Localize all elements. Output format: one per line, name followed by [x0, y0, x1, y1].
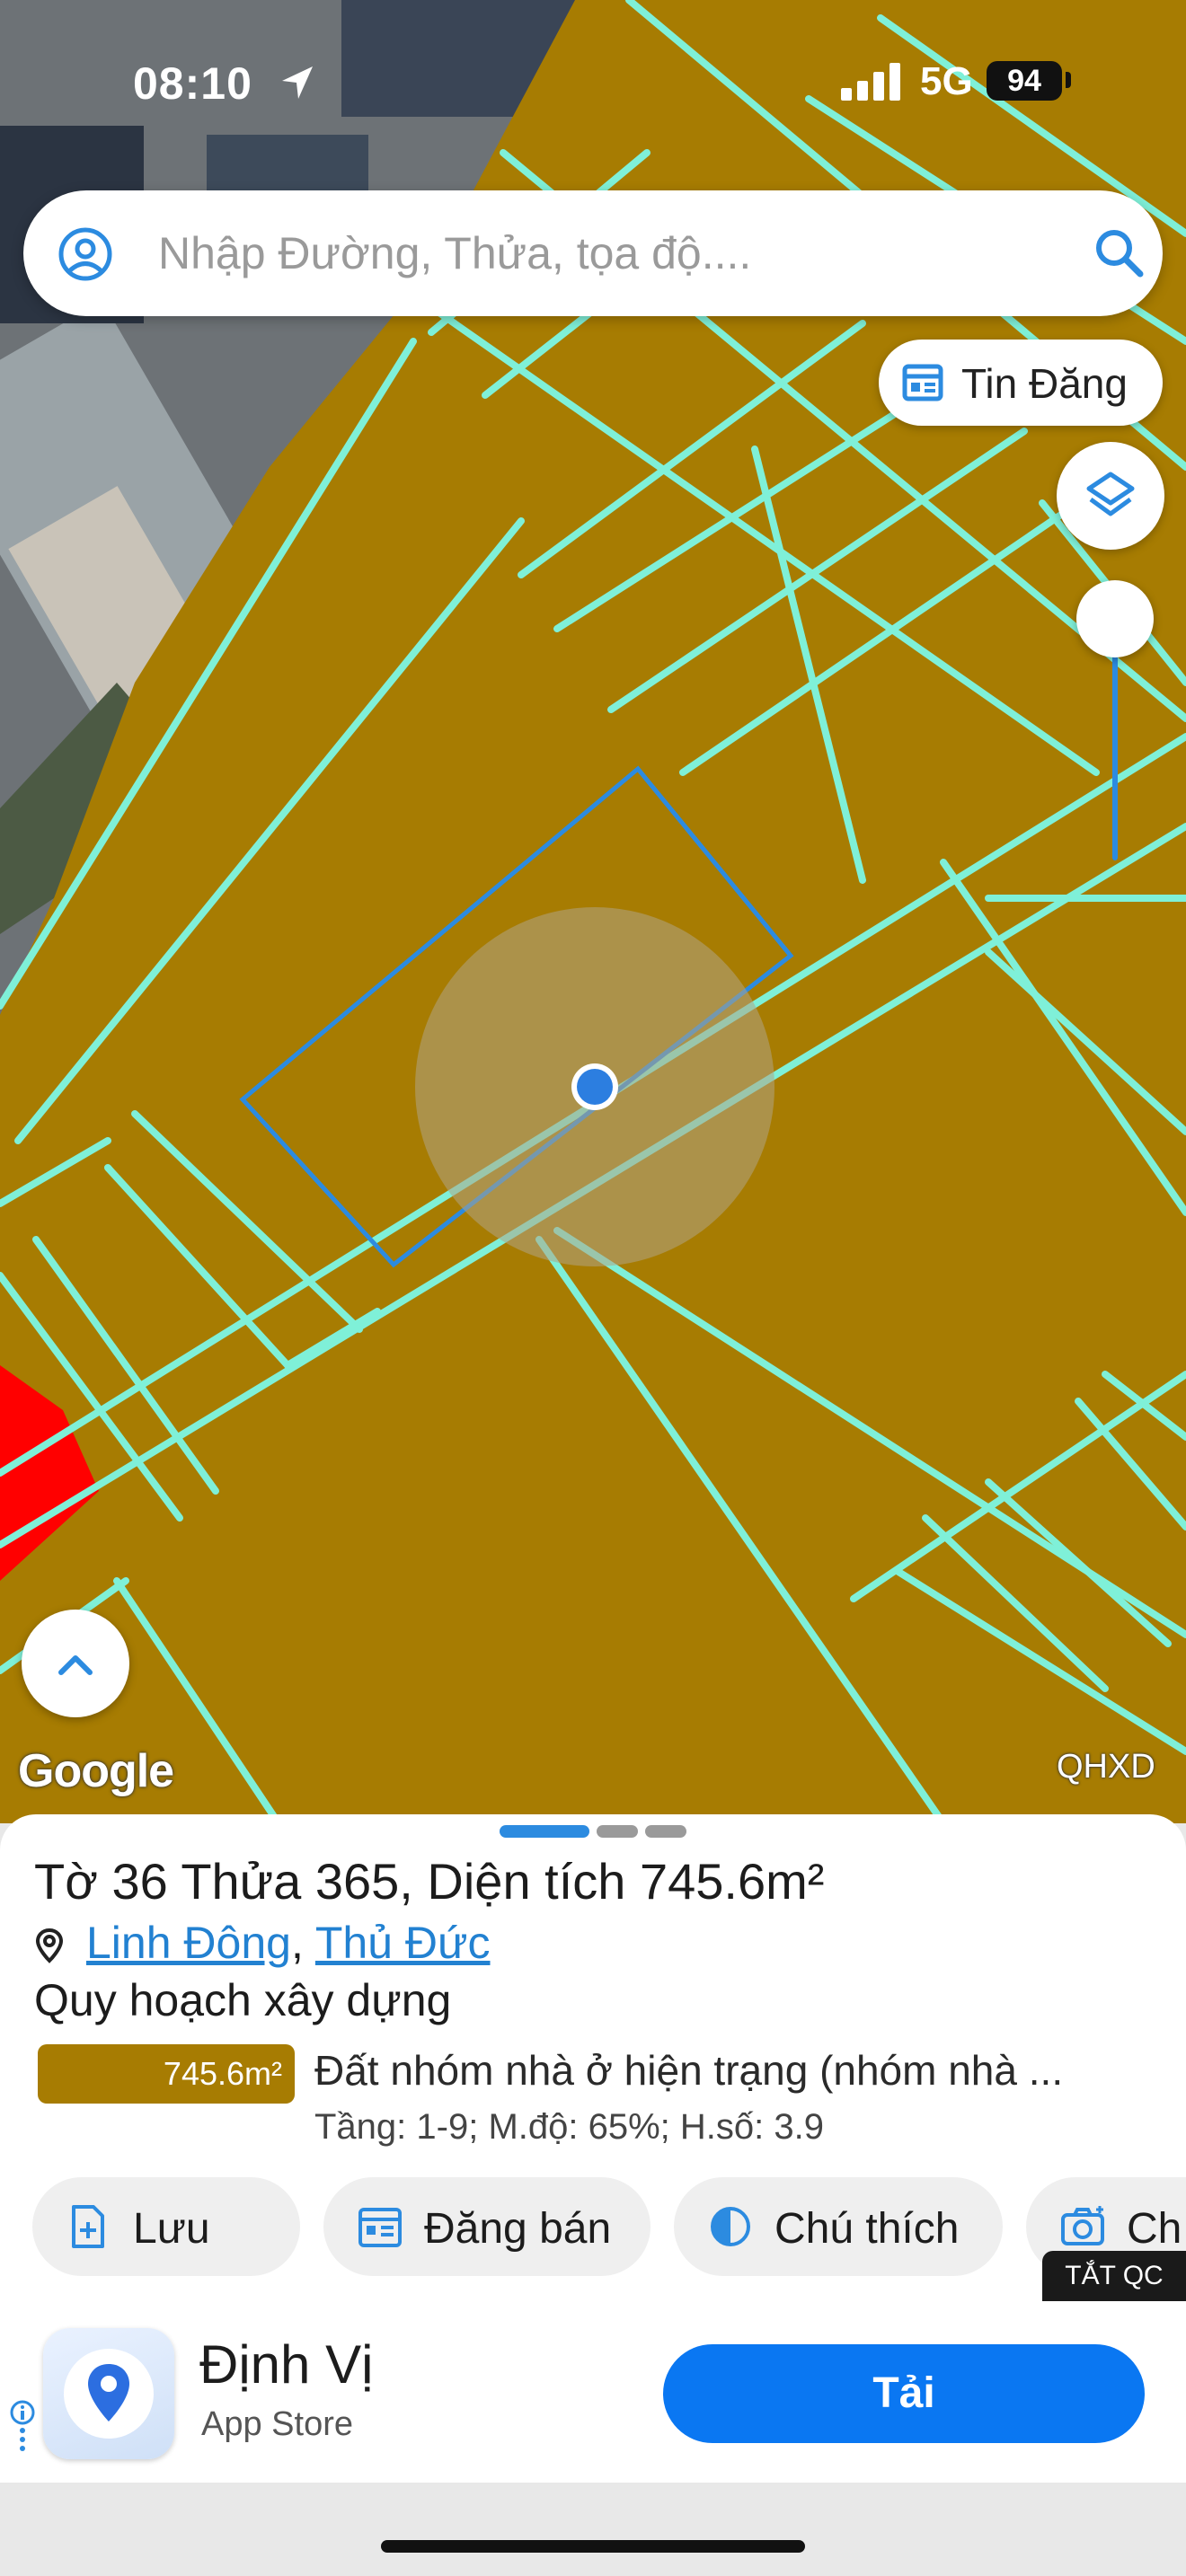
zoom-slider-handle[interactable]	[1076, 580, 1154, 657]
search-icon[interactable]	[1093, 226, 1145, 278]
legend-icon	[711, 2207, 750, 2246]
chevron-up-icon	[58, 1655, 93, 1675]
zone-description[interactable]: Đất nhóm nhà ở hiện trạng (nhóm nhà ...	[314, 2046, 1150, 2095]
page-indicator[interactable]	[500, 1825, 694, 1841]
search-bar[interactable]	[23, 190, 1163, 316]
page-dot	[597, 1825, 638, 1838]
camera-icon	[1061, 2206, 1104, 2245]
location-separator: ,	[290, 1918, 304, 1968]
section-title: Quy hoạch xây dựng	[34, 1975, 452, 2025]
map-view[interactable]: 08:10 5G 94 Tin	[0, 0, 1186, 1823]
google-logo: Google	[18, 1745, 174, 1797]
status-bar: 08:10 5G 94	[0, 54, 1186, 117]
network-type: 5G	[920, 59, 973, 103]
clock: 08:10	[133, 58, 252, 109]
parcel-title: Tờ 36 Thửa 365, Diện tích 745.6m²	[34, 1853, 825, 1910]
map-pin-app-icon	[64, 2349, 154, 2439]
listing-icon	[358, 2208, 402, 2247]
parcel-info-sheet[interactable]: Tờ 36 Thửa 365, Diện tích 745.6m² Linh Đ…	[0, 1814, 1186, 2317]
account-icon[interactable]	[58, 226, 113, 282]
action-bar: Lưu Đăng bán Chú thích Ch	[32, 2177, 1186, 2276]
tin-dang-label: Tin Đăng	[961, 360, 1128, 407]
legend-button[interactable]: Chú thích	[674, 2177, 1003, 2276]
tin-dang-button[interactable]: Tin Đăng	[879, 340, 1163, 426]
legend-label: Chú thích	[774, 2205, 960, 2253]
battery-tip	[1066, 72, 1071, 88]
ad-store-label: App Store	[201, 2405, 353, 2443]
current-location-dot[interactable]	[577, 1069, 613, 1105]
calendar-icon	[902, 364, 943, 401]
location-pin-icon	[35, 1928, 64, 1963]
post-sale-label: Đăng bán	[424, 2205, 612, 2253]
page-dot-active	[500, 1825, 589, 1838]
battery-icon: 94	[987, 61, 1062, 101]
save-icon	[72, 2205, 104, 2248]
location-arrow-icon	[282, 66, 313, 99]
layers-icon	[1086, 472, 1135, 516]
cellular-signal-icon	[841, 63, 900, 101]
save-label: Lưu	[133, 2205, 210, 2253]
district-link[interactable]: Thủ Đức	[315, 1918, 491, 1968]
ad-app-name: Định Vị	[199, 2334, 374, 2395]
close-ad-button[interactable]: TẮT QC	[1042, 2251, 1186, 2301]
layer-label: QHXD	[1057, 1748, 1155, 1786]
zone-info: Tầng: 1-9; M.độ: 65%; H.số: 3.9	[314, 2107, 824, 2147]
app-icon[interactable]	[43, 2328, 174, 2459]
camera-label: Ch	[1127, 2205, 1182, 2253]
ad-banner[interactable]: Định Vị App Store Tải	[0, 2303, 1186, 2483]
home-indicator[interactable]	[381, 2540, 805, 2553]
save-button[interactable]: Lưu	[32, 2177, 300, 2276]
zone-area-badge: 745.6m²	[38, 2044, 295, 2104]
expand-up-button[interactable]	[22, 1610, 129, 1717]
layers-button[interactable]	[1057, 442, 1164, 550]
search-input[interactable]	[158, 217, 1039, 289]
page-dot	[645, 1825, 686, 1838]
ward-link[interactable]: Linh Đông	[86, 1918, 291, 1968]
ad-info-icon[interactable]	[9, 2400, 36, 2454]
get-app-button[interactable]: Tải	[663, 2344, 1145, 2443]
post-sale-button[interactable]: Đăng bán	[323, 2177, 651, 2276]
